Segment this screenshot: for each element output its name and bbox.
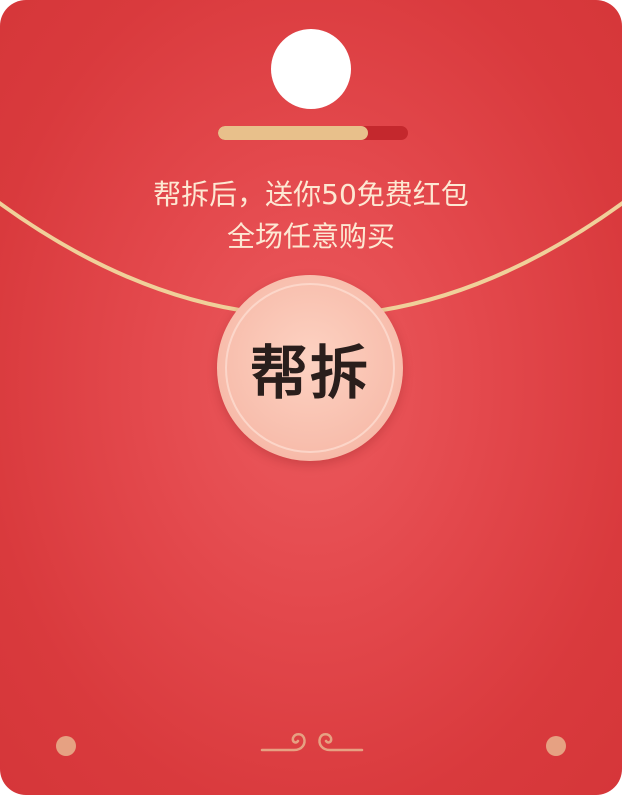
open-envelope-button[interactable]: 帮拆: [217, 275, 403, 461]
open-button-label: 帮拆: [249, 339, 370, 407]
red-envelope-card: 帮拆后，送你50免费红包 全场任意购买 帮拆: [0, 0, 622, 795]
auspicious-cloud-icon: [260, 733, 364, 752]
right-decor-dot: [546, 736, 566, 756]
left-decor-dot: [56, 736, 76, 756]
